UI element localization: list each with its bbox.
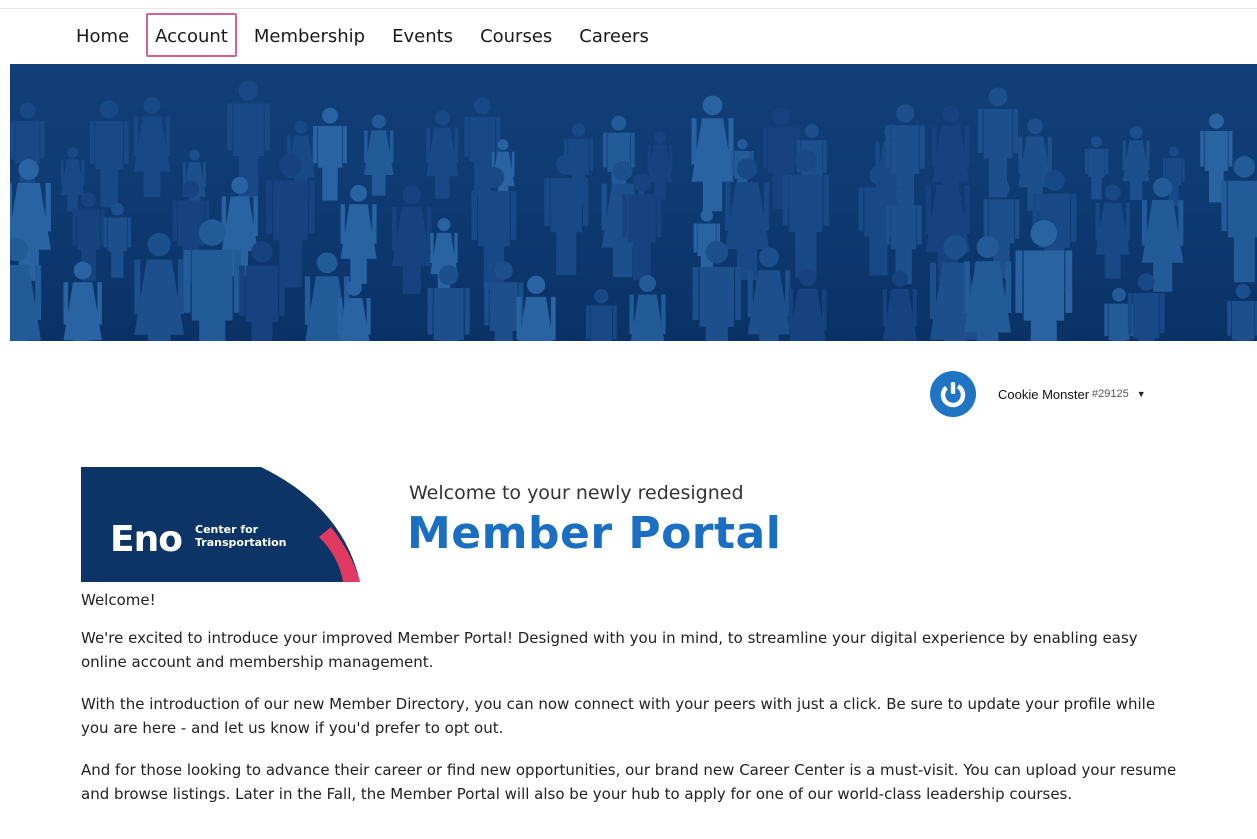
paragraph-2: With the introduction of our new Member … [81,695,1156,737]
eno-logo: Eno Center for Transportation [81,467,360,582]
paragraph-3: And for those looking to advance their c… [81,761,1177,803]
logo-brand: Eno [110,519,183,560]
logo-line1: Center for [195,523,259,536]
hero-title: Member Portal [407,508,782,559]
avatar[interactable] [930,371,976,417]
hero-subtitle: Welcome to your newly redesigned [409,482,744,504]
greeting: Welcome! [81,591,156,609]
hero-banner [10,64,1257,341]
caret-down-icon[interactable]: ▼ [1137,389,1146,399]
nav-careers[interactable]: Careers [569,13,659,57]
nav-membership[interactable]: Membership [244,13,375,57]
nav-home[interactable]: Home [66,13,139,57]
power-icon [940,382,966,408]
logo-line2: Transportation [195,536,287,549]
welcome-content: Welcome! We're excited to introduce your… [81,588,1181,824]
user-menu[interactable]: Cookie Monster #29125 ▼ [930,370,1146,418]
user-name[interactable]: Cookie Monster [998,387,1089,402]
logo-subtitle: Center for Transportation [195,523,286,549]
nav-account[interactable]: Account [146,13,237,57]
top-divider [0,8,1257,9]
nav-events[interactable]: Events [382,13,463,57]
paragraph-1: We're excited to introduce your improved… [81,629,1138,671]
main-nav: Home Account Membership Events Courses C… [66,12,666,58]
people-pattern-image [10,80,1257,341]
user-id[interactable]: #29125 [1092,388,1129,400]
nav-courses[interactable]: Courses [470,13,562,57]
